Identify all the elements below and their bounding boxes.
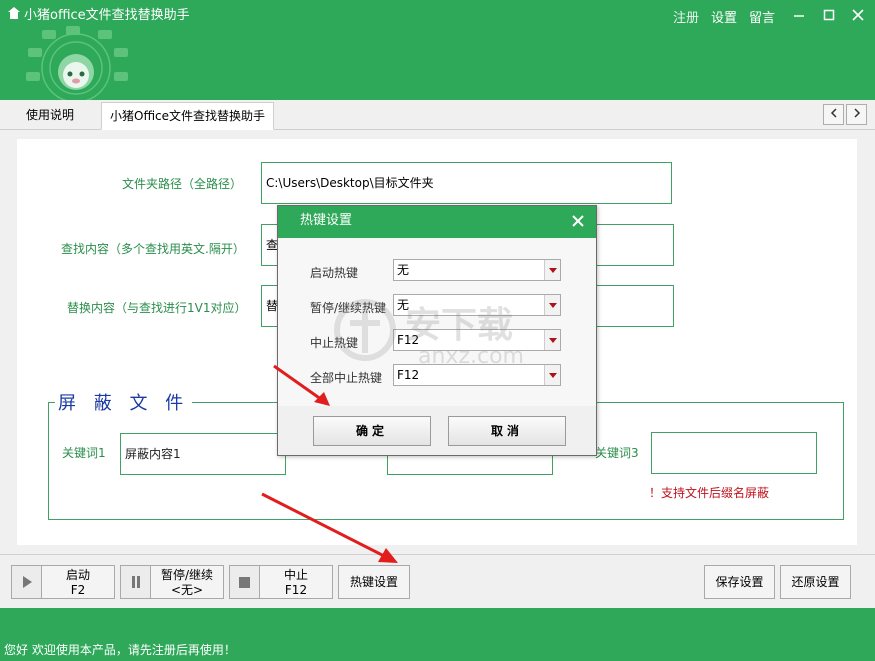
control-bar: 启动 F2 暂停/继续 <无> 中止 F12 热键设置 保存设置 还原设置	[0, 554, 875, 608]
pause-icon	[131, 576, 140, 588]
top-links: 注册 设置 留言	[673, 7, 775, 26]
maximize-button[interactable]	[817, 4, 841, 26]
restore-settings-button[interactable]: 还原设置	[780, 565, 851, 599]
start-button-label: 启动 F2	[42, 566, 114, 598]
settings-link[interactable]: 设置	[711, 7, 737, 26]
stop-button[interactable]: 中止 F12	[229, 565, 333, 599]
dialog-title-bar: 热键设置	[278, 206, 596, 238]
dialog-body: 启动热键 无 暂停/继续热键 无 中止热键 F12 全部中止热键 F12	[278, 238, 596, 406]
register-link[interactable]: 注册	[673, 7, 699, 26]
pause-hotkey-label: 暂停/继续热键	[310, 301, 387, 315]
pause-hotkey: <无>	[170, 583, 204, 597]
dialog-cancel-button[interactable]: 取消	[448, 416, 566, 446]
stop-icon	[239, 576, 250, 588]
status-bar: 您好 欢迎使用本产品，请先注册后再使用！	[0, 608, 875, 661]
tab-scroll-left-button[interactable]	[823, 104, 844, 125]
start-hotkey-value: 无	[397, 263, 410, 277]
play-icon	[22, 576, 32, 588]
pause-icon-cell	[121, 566, 151, 598]
tab-strip: 使用说明 小猪Office文件查找替换助手	[0, 100, 875, 130]
dropdown-arrow-icon	[544, 260, 560, 280]
status-text: 您好 欢迎使用本产品，请先注册后再使用！	[4, 643, 236, 657]
keyword1-input[interactable]: 屏蔽内容1	[120, 433, 286, 475]
start-hotkey: F2	[70, 583, 86, 597]
dropdown-arrow-icon	[544, 330, 560, 350]
hotkey-settings-button[interactable]: 热键设置	[338, 565, 410, 599]
pause-label: 暂停/继续	[160, 568, 214, 582]
tab-instructions[interactable]: 使用说明	[18, 102, 82, 130]
dialog-title: 热键设置	[300, 213, 353, 228]
keyword3-input[interactable]	[651, 432, 817, 474]
keyword3-label: 关键词3	[595, 446, 639, 460]
title-bar: 小猪office文件查找替换助手 注册 设置 留言	[0, 0, 875, 100]
start-button[interactable]: 启动 F2	[11, 565, 115, 599]
stop-all-hotkey-select[interactable]: F12	[393, 364, 561, 386]
start-hotkey-label: 启动热键	[310, 266, 359, 280]
dropdown-arrow-icon	[544, 295, 560, 315]
stop-all-hotkey-value: F12	[397, 368, 420, 382]
replace-content-label: 替换内容（与查找进行1V1对应）	[67, 301, 247, 315]
stop-icon-cell	[230, 566, 260, 598]
shield-files-title: 屏 蔽 文 件	[55, 389, 193, 415]
stop-hotkey-label: 中止热键	[310, 336, 359, 350]
folder-path-label: 文件夹路径（全路径）	[122, 177, 243, 191]
hotkey-settings-dialog: 热键设置 启动热键 无 暂停/继续热键 无 中止热键 F12 全部中止热键 F1…	[277, 205, 597, 456]
start-hotkey-select[interactable]: 无	[393, 259, 561, 281]
dropdown-arrow-icon	[544, 365, 560, 385]
chevron-left-icon	[830, 108, 837, 118]
stop-hotkey-value: F12	[397, 333, 420, 347]
minimize-icon	[794, 15, 804, 17]
pause-hotkey-select[interactable]: 无	[393, 294, 561, 316]
folder-path-input[interactable]: C:\Users\Desktop\目标文件夹	[261, 162, 672, 204]
tab-scroll-right-button[interactable]	[846, 104, 867, 125]
mascot-logo-icon	[26, 26, 128, 100]
dialog-ok-button[interactable]: 确定	[313, 416, 431, 446]
stop-all-hotkey-label: 全部中止热键	[310, 371, 383, 385]
stop-hotkey: F12	[284, 583, 308, 597]
stop-label: 中止	[283, 568, 308, 582]
pause-resume-button[interactable]: 暂停/继续 <无>	[120, 565, 224, 599]
minimize-button[interactable]	[787, 4, 811, 26]
maximize-icon	[823, 9, 835, 21]
stop-hotkey-select[interactable]: F12	[393, 329, 561, 351]
app-logo-icon	[8, 7, 20, 19]
message-link[interactable]: 留言	[749, 7, 775, 26]
close-button[interactable]	[846, 4, 870, 26]
find-content-label: 查找内容（多个查找用英文.隔开）	[61, 242, 245, 256]
dialog-close-icon[interactable]	[568, 211, 588, 231]
stop-button-label: 中止 F12	[260, 566, 332, 598]
save-settings-button[interactable]: 保存设置	[704, 565, 775, 599]
start-label: 启动	[65, 568, 90, 582]
pause-hotkey-value: 无	[397, 298, 410, 312]
keyword1-label: 关键词1	[62, 446, 106, 460]
chevron-right-icon	[853, 108, 860, 118]
tab-main-tool[interactable]: 小猪Office文件查找替换助手	[101, 102, 275, 130]
close-icon	[852, 9, 864, 21]
pause-button-label: 暂停/继续 <无>	[151, 566, 223, 598]
suffix-shield-note: ！支持文件后缀名屏蔽	[649, 486, 770, 500]
start-icon-cell	[12, 566, 42, 598]
